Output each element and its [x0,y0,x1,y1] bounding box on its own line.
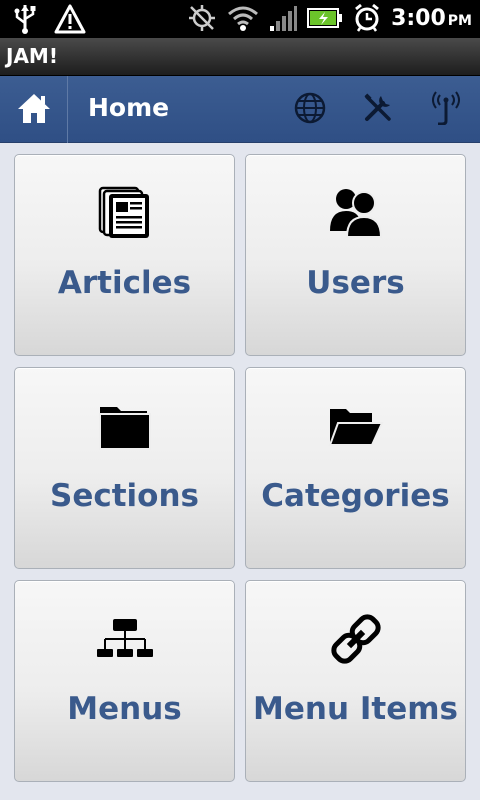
globe-button[interactable] [290,90,330,130]
articles-tile[interactable]: Articles [14,154,235,356]
page-title: Home [88,93,170,122]
status-bar: 3:00 PM [0,0,480,38]
clock-time: 3:00 [391,5,446,31]
antenna-icon [430,91,462,129]
articles-icon [15,183,234,243]
action-bar: Home [0,76,480,143]
app-title: JAM! [6,44,58,68]
alarm-icon [353,3,381,33]
usb-icon [12,3,38,35]
link-icon [246,609,465,669]
battery-icon [307,6,343,30]
signal-icon [269,4,298,32]
home-icon [16,91,52,129]
warning-icon [54,3,86,35]
folder-open-icon [246,396,465,456]
menus-label: Menus [67,691,182,727]
menu-items-tile[interactable]: Menu Items [245,580,466,782]
globe-icon [294,92,326,128]
app-title-bar: JAM! [0,38,480,76]
tools-icon [362,92,394,128]
articles-label: Articles [57,265,192,301]
users-tile[interactable]: Users [245,154,466,356]
users-label: Users [306,265,405,301]
menu-items-label: Menu Items [253,691,458,727]
categories-label: Categories [261,478,450,514]
home-button[interactable] [0,76,68,143]
wifi-icon [227,4,259,32]
status-clock: 3:00 PM [391,6,472,31]
clock-ampm: PM [447,12,472,29]
antenna-button[interactable] [426,90,466,130]
tools-button[interactable] [358,90,398,130]
categories-tile[interactable]: Categories [245,367,466,569]
sections-label: Sections [50,478,199,514]
sections-tile[interactable]: Sections [14,367,235,569]
folder-closed-icon [15,396,234,456]
users-icon [246,183,465,243]
sitemap-icon [15,609,234,669]
gps-off-icon [187,3,217,33]
menus-tile[interactable]: Menus [14,580,235,782]
